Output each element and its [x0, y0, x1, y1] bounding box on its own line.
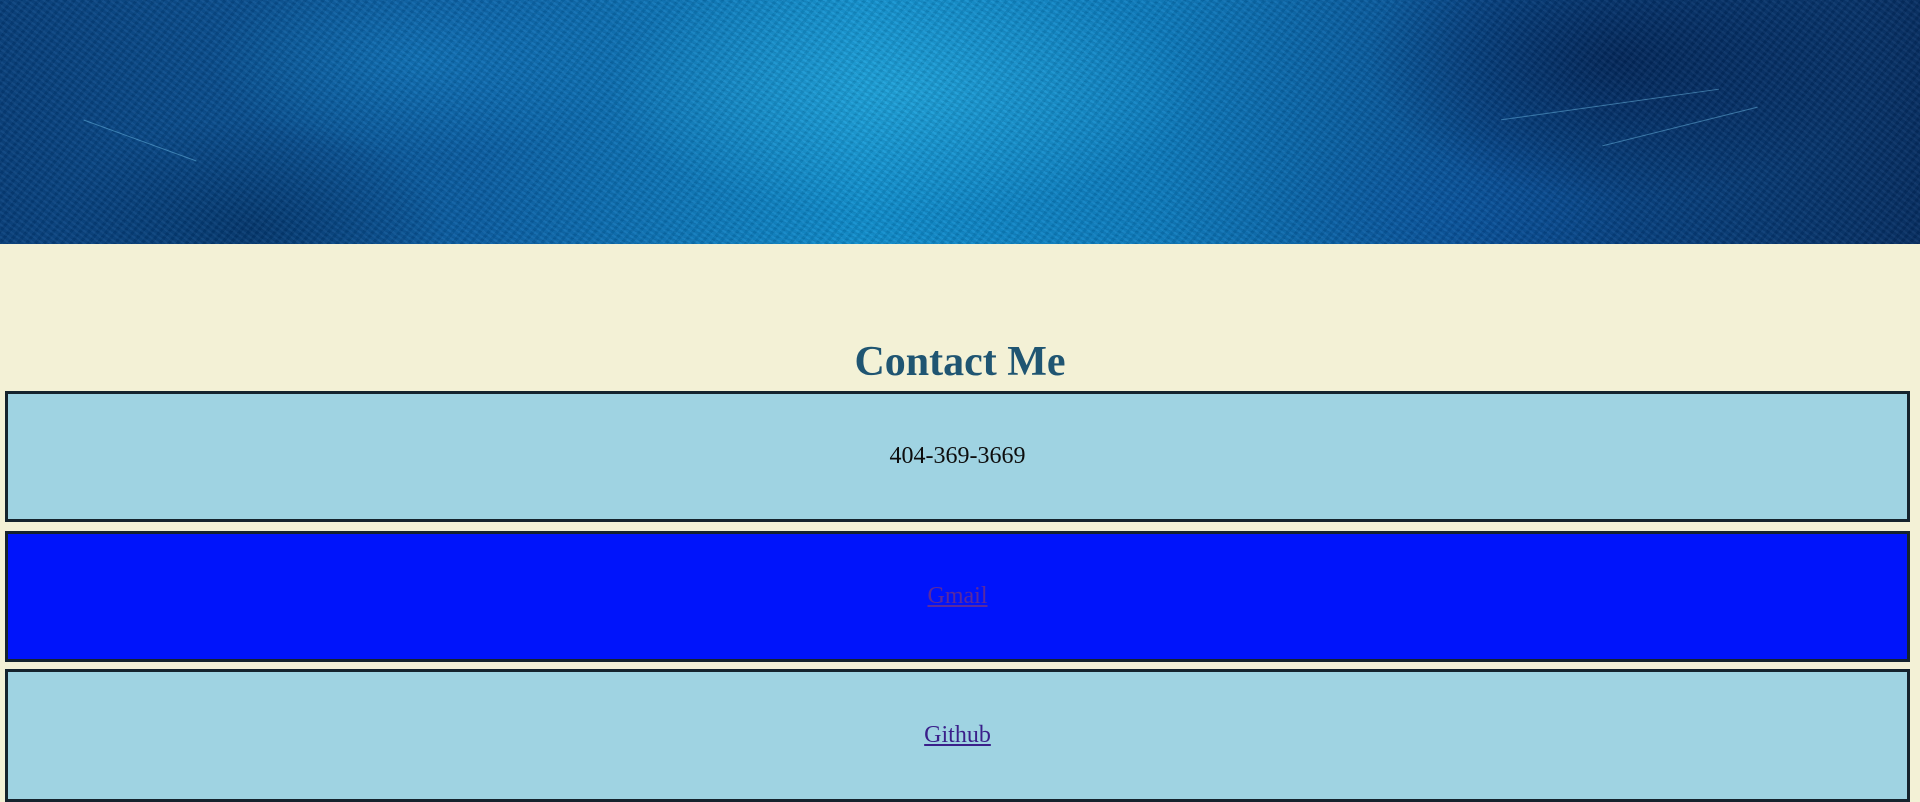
hero-texture [0, 0, 1920, 244]
github-link[interactable]: Github [924, 722, 991, 749]
phone-number: 404-369-3669 [889, 443, 1026, 469]
hero-banner [0, 0, 1920, 244]
github-box[interactable]: Github [5, 669, 1910, 802]
gmail-link[interactable]: Gmail [928, 583, 988, 610]
gmail-box[interactable]: Gmail [5, 531, 1910, 662]
page-title: Contact Me [854, 339, 1066, 385]
phone-box: 404-369-3669 [5, 391, 1910, 522]
